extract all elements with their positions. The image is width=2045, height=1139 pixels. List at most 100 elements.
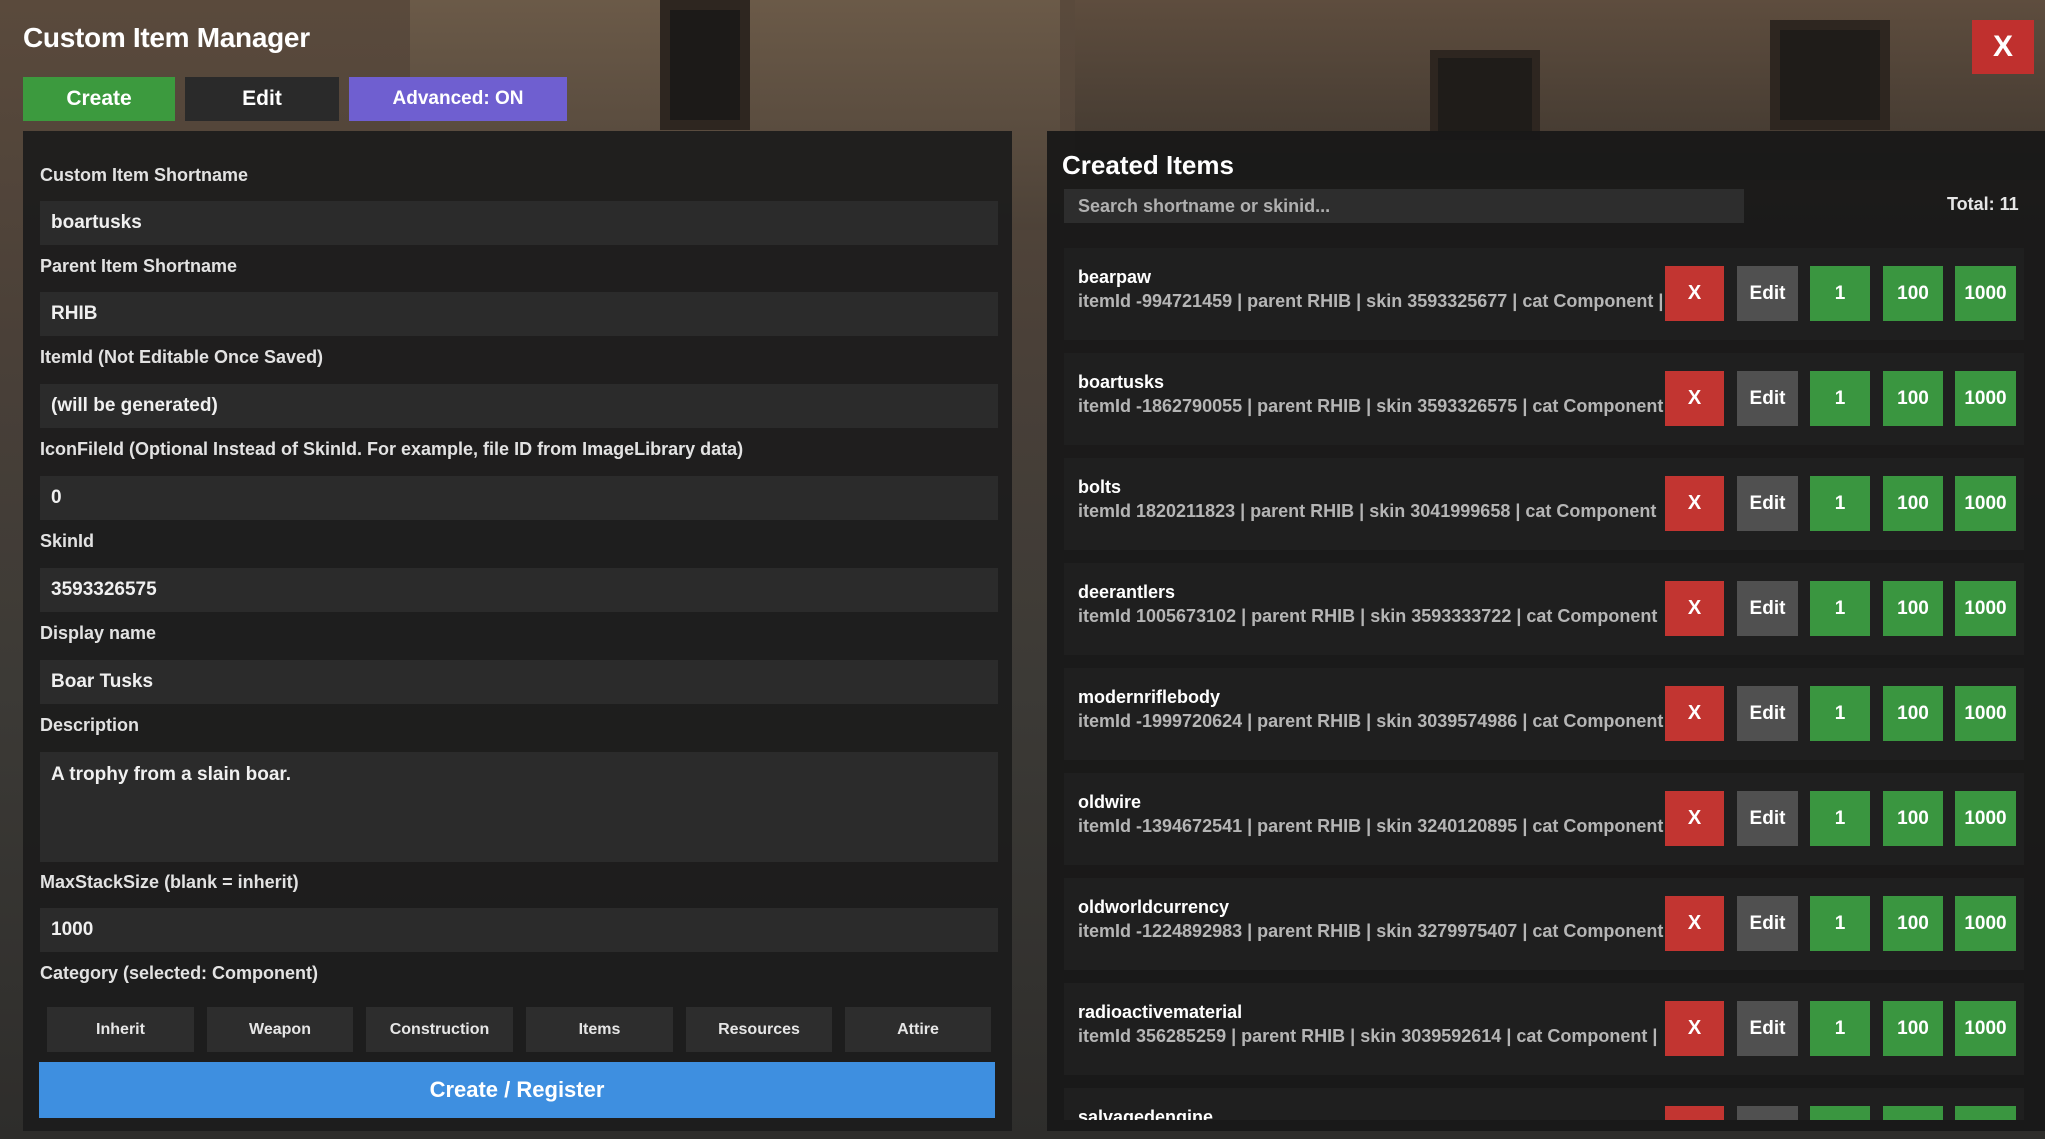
description-textarea[interactable]: A trophy from a slain boar. bbox=[40, 752, 998, 862]
category-attire-button[interactable]: Attire bbox=[845, 1007, 991, 1052]
give-1-button[interactable]: 1 bbox=[1810, 371, 1870, 426]
give-1000-button[interactable]: 1000 bbox=[1955, 686, 2016, 741]
item-shortname: modernriflebody bbox=[1078, 687, 1221, 707]
item-shortname: salvagedengine bbox=[1078, 1107, 1214, 1120]
item-row: bearpaw itemId -994721459 | parent RHIB … bbox=[1064, 248, 2024, 340]
give-1000-button[interactable]: 1000 bbox=[1955, 896, 2016, 951]
give-100-button[interactable]: 100 bbox=[1883, 1001, 1943, 1056]
give-100-button[interactable]: 100 bbox=[1883, 581, 1943, 636]
search-input[interactable]: Search shortname or skinid... bbox=[1064, 189, 1744, 223]
create-tab-button[interactable]: Create bbox=[23, 77, 175, 121]
delete-button[interactable]: X bbox=[1665, 266, 1724, 321]
delete-button[interactable]: X bbox=[1665, 476, 1724, 531]
edit-button[interactable]: Edit bbox=[1737, 1106, 1798, 1120]
edit-button[interactable]: Edit bbox=[1737, 476, 1798, 531]
parent-shortname-input[interactable]: RHIB bbox=[40, 292, 998, 336]
category-items-button[interactable]: Items bbox=[526, 1007, 673, 1052]
category-inherit-button[interactable]: Inherit bbox=[47, 1007, 194, 1052]
give-1-button[interactable]: 1 bbox=[1810, 896, 1870, 951]
give-1000-button[interactable]: 1000 bbox=[1955, 1001, 2016, 1056]
item-meta: itemId -1394672541 | parent RHIB | skin … bbox=[1078, 816, 1664, 836]
item-meta: itemId 356285259 | parent RHIB | skin 30… bbox=[1078, 1026, 1658, 1046]
give-1-button[interactable]: 1 bbox=[1810, 476, 1870, 531]
total-count: Total: 11 bbox=[1947, 194, 2019, 214]
item-meta: itemId 1820211823 | parent RHIB | skin 3… bbox=[1078, 501, 1657, 521]
item-row: boartusks itemId -1862790055 | parent RH… bbox=[1064, 353, 2024, 445]
item-row: bolts itemId 1820211823 | parent RHIB | … bbox=[1064, 458, 2024, 550]
category-construction-button[interactable]: Construction bbox=[366, 1007, 513, 1052]
give-1000-button[interactable]: 1000 bbox=[1955, 791, 2016, 846]
delete-button[interactable]: X bbox=[1665, 791, 1724, 846]
item-shortname: bearpaw bbox=[1078, 267, 1152, 287]
created-items-title: Created Items bbox=[1062, 150, 1234, 180]
edit-tab-button[interactable]: Edit bbox=[185, 77, 339, 121]
delete-button[interactable]: X bbox=[1665, 371, 1724, 426]
give-1-button[interactable]: 1 bbox=[1810, 581, 1870, 636]
item-row: oldworldcurrency itemId -1224892983 | pa… bbox=[1064, 878, 2024, 970]
give-100-button[interactable]: 100 bbox=[1883, 371, 1943, 426]
item-row: deerantlers itemId 1005673102 | parent R… bbox=[1064, 563, 2024, 655]
give-1000-button[interactable]: 1000 bbox=[1955, 581, 2016, 636]
item-meta: itemId -1224892983 | parent RHIB | skin … bbox=[1078, 921, 1664, 941]
give-1000-button[interactable]: 1000 bbox=[1955, 1106, 2016, 1120]
give-1-button[interactable]: 1 bbox=[1810, 1106, 1870, 1120]
give-100-button[interactable]: 100 bbox=[1883, 476, 1943, 531]
give-1000-button[interactable]: 1000 bbox=[1955, 371, 2016, 426]
item-shortname: bolts bbox=[1078, 477, 1121, 497]
edit-button[interactable]: Edit bbox=[1737, 1001, 1798, 1056]
advanced-toggle-button[interactable]: Advanced: ON bbox=[349, 77, 567, 121]
delete-button[interactable]: X bbox=[1665, 896, 1724, 951]
delete-button[interactable]: X bbox=[1665, 1001, 1724, 1056]
skinid-input[interactable]: 3593326575 bbox=[40, 568, 998, 612]
max-stack-label: MaxStackSize (blank = inherit) bbox=[40, 872, 299, 892]
give-100-button[interactable]: 100 bbox=[1883, 686, 1943, 741]
give-100-button[interactable]: 100 bbox=[1883, 266, 1943, 321]
edit-button[interactable]: Edit bbox=[1737, 686, 1798, 741]
give-100-button[interactable]: 100 bbox=[1883, 791, 1943, 846]
create-register-button[interactable]: Create / Register bbox=[39, 1062, 995, 1118]
parent-shortname-label: Parent Item Shortname bbox=[40, 256, 238, 276]
give-100-button[interactable]: 100 bbox=[1883, 1106, 1943, 1120]
skinid-label: SkinId bbox=[40, 531, 95, 551]
description-label: Description bbox=[40, 715, 140, 735]
delete-button[interactable]: X bbox=[1665, 1106, 1724, 1120]
item-row: radioactivematerial itemId 356285259 | p… bbox=[1064, 983, 2024, 1075]
item-shortname: oldwire bbox=[1078, 792, 1142, 812]
itemid-label: ItemId (Not Editable Once Saved) bbox=[40, 347, 324, 367]
edit-button[interactable]: Edit bbox=[1737, 896, 1798, 951]
category-weapon-button[interactable]: Weapon bbox=[207, 1007, 353, 1052]
iconfileid-label: IconFileId (Optional Instead of SkinId. … bbox=[40, 439, 744, 459]
iconfileid-input[interactable]: 0 bbox=[40, 476, 998, 520]
edit-button[interactable]: Edit bbox=[1737, 266, 1798, 321]
item-meta: itemId -1862790055 | parent RHIB | skin … bbox=[1078, 396, 1664, 416]
delete-button[interactable]: X bbox=[1665, 686, 1724, 741]
give-1-button[interactable]: 1 bbox=[1810, 686, 1870, 741]
give-1000-button[interactable]: 1000 bbox=[1955, 266, 2016, 321]
item-meta: itemId 1005673102 | parent RHIB | skin 3… bbox=[1078, 606, 1658, 626]
created-items-list: bearpaw itemId -994721459 | parent RHIB … bbox=[1064, 248, 2024, 1120]
give-1-button[interactable]: 1 bbox=[1810, 1001, 1870, 1056]
category-resources-button[interactable]: Resources bbox=[686, 1007, 832, 1052]
close-button[interactable]: X bbox=[1972, 20, 2034, 74]
delete-button[interactable]: X bbox=[1665, 581, 1724, 636]
itemid-input: (will be generated) bbox=[40, 384, 998, 428]
edit-button[interactable]: Edit bbox=[1737, 371, 1798, 426]
window-title: Custom Item Manager bbox=[23, 22, 310, 53]
item-row: salvagedengine X Edit 1 100 1000 bbox=[1064, 1088, 2024, 1120]
give-100-button[interactable]: 100 bbox=[1883, 896, 1943, 951]
item-shortname: radioactivematerial bbox=[1078, 1002, 1243, 1022]
category-label: Category (selected: Component) bbox=[40, 963, 319, 983]
item-shortname: deerantlers bbox=[1078, 582, 1176, 602]
item-shortname: oldworldcurrency bbox=[1078, 897, 1230, 917]
item-row: oldwire itemId -1394672541 | parent RHIB… bbox=[1064, 773, 2024, 865]
edit-button[interactable]: Edit bbox=[1737, 791, 1798, 846]
give-1-button[interactable]: 1 bbox=[1810, 791, 1870, 846]
display-name-input[interactable]: Boar Tusks bbox=[40, 660, 998, 704]
item-meta: itemId -994721459 | parent RHIB | skin 3… bbox=[1078, 291, 1664, 311]
item-row: modernriflebody itemId -1999720624 | par… bbox=[1064, 668, 2024, 760]
give-1-button[interactable]: 1 bbox=[1810, 266, 1870, 321]
max-stack-input[interactable]: 1000 bbox=[40, 908, 998, 952]
edit-button[interactable]: Edit bbox=[1737, 581, 1798, 636]
shortname-input[interactable]: boartusks bbox=[40, 201, 998, 245]
give-1000-button[interactable]: 1000 bbox=[1955, 476, 2016, 531]
